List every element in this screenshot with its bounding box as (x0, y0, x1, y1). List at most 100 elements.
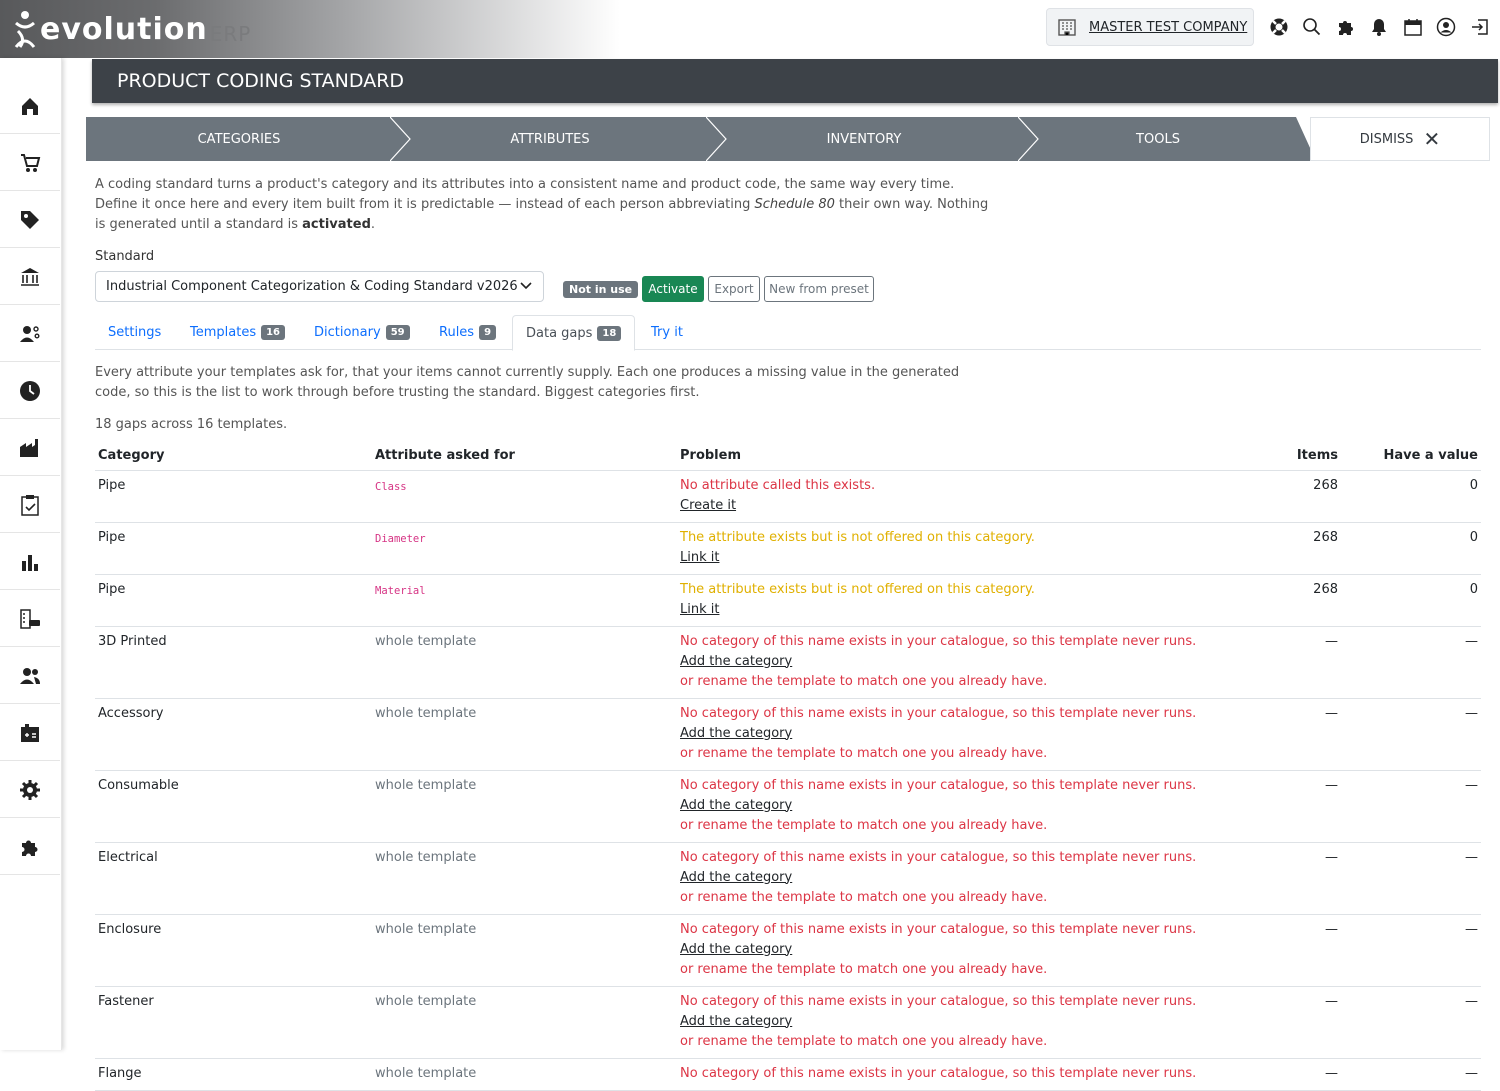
cell-problem: No category of this name exists in your … (677, 698, 1217, 771)
calculator-icon (21, 723, 39, 742)
table-row: Electrical whole template No category of t… (95, 842, 1481, 915)
building-car-icon (20, 608, 40, 629)
col-attribute: Attribute asked for (372, 442, 677, 471)
building-icon (1058, 19, 1076, 36)
bank-icon (21, 267, 39, 286)
dna-logo-icon (14, 11, 36, 48)
step-separator (390, 117, 411, 161)
tab-templates[interactable]: Templates 16 (190, 315, 286, 350)
sidebar-item-time[interactable] (0, 363, 60, 419)
top-bar: evolution ERP MASTER TEST COMPANY (0, 0, 1500, 58)
sidebar-item-contacts[interactable] (0, 648, 60, 704)
fix-link[interactable]: Create it (680, 496, 1214, 516)
sidebar-item-tasks[interactable] (0, 477, 60, 533)
users-icon (20, 667, 40, 684)
standard-value: Industrial Component Categorization & Co… (106, 279, 518, 294)
cell-attribute: whole template (372, 626, 677, 699)
bell-icon[interactable] (1363, 14, 1397, 40)
cell-problem: The attribute exists but is not offered … (677, 522, 1217, 575)
cell-problem: No category of this name exists in your … (677, 626, 1217, 699)
puzzle-icon[interactable] (1329, 14, 1363, 40)
company-selector[interactable]: MASTER TEST COMPANY (1046, 8, 1254, 46)
company-name[interactable]: MASTER TEST COMPANY (1089, 20, 1247, 35)
cell-category: Enclosure (95, 914, 372, 987)
brand-name: evolution (40, 11, 208, 47)
sidebar-item-banking[interactable] (0, 249, 60, 305)
sidebar-item-products[interactable] (0, 192, 60, 248)
tab-count-badge: 9 (479, 325, 497, 340)
sidebar-item-fleet[interactable] (0, 591, 60, 647)
activate-button[interactable]: Activate (642, 276, 704, 302)
sidebar-item-settings[interactable] (0, 762, 60, 818)
logo-area: evolution ERP (0, 0, 620, 58)
sidebar-item-extensions[interactable] (0, 819, 60, 875)
user-icon[interactable] (1430, 14, 1464, 40)
sidebar-item-reports[interactable] (0, 534, 60, 590)
page-title: PRODUCT CODING STANDARD (92, 59, 1498, 103)
rename-hint: or rename the template to match one you … (680, 745, 1048, 761)
standard-select[interactable]: Industrial Component Categorization & Co… (95, 271, 544, 302)
step-categories[interactable]: CATEGORIES (86, 117, 392, 161)
cell-have-value: — (1341, 698, 1481, 771)
problem-text: No category of this name exists in your … (680, 849, 1197, 865)
fix-link[interactable]: Add the category (680, 796, 1214, 816)
new-from-preset-button[interactable]: New from preset (764, 276, 874, 302)
problem-text: No category of this name exists in your … (680, 921, 1197, 937)
rename-hint: or rename the template to match one you … (680, 961, 1048, 977)
fix-link[interactable]: Add the category (680, 940, 1214, 960)
wizard-stepper: CATEGORIES ATTRIBUTES INVENTORY TOOLS DI… (86, 117, 1490, 161)
intro-line-3: is generated until a standard is activat… (95, 217, 376, 232)
logout-icon[interactable] (1463, 14, 1497, 40)
cell-have-value: — (1341, 626, 1481, 699)
step-tools[interactable]: TOOLS (1020, 117, 1296, 161)
cell-attribute: Material (372, 574, 677, 627)
cell-items: — (1217, 914, 1341, 987)
step-attributes[interactable]: ATTRIBUTES (392, 117, 708, 161)
support-icon[interactable] (1262, 14, 1296, 40)
export-button[interactable]: Export (708, 276, 760, 302)
home-icon (22, 97, 38, 115)
dismiss-button[interactable]: DISMISS ✕ (1310, 117, 1490, 161)
rename-hint: or rename the template to match one you … (680, 1033, 1048, 1049)
search-icon[interactable] (1296, 14, 1330, 40)
col-have-value: Have a value (1341, 442, 1481, 471)
factory-icon (20, 438, 38, 457)
tab-try-it[interactable]: Try it (651, 315, 683, 350)
sidebar-item-manufacturing[interactable] (0, 420, 60, 476)
tab-rules[interactable]: Rules 9 (439, 315, 497, 350)
fix-link[interactable]: Link it (680, 600, 1214, 620)
cell-items: — (1217, 842, 1341, 915)
fix-link[interactable]: Link it (680, 548, 1214, 568)
tab-bar: Settings Templates 16 Dictionary 59 Rules 9… (95, 315, 1481, 351)
table-row: Consumable whole template No category of t… (95, 770, 1481, 843)
calendar-icon[interactable] (1396, 14, 1430, 40)
fix-link[interactable]: Add the category (680, 724, 1214, 744)
app-logo[interactable]: evolution ERP (12, 8, 251, 50)
table-row: Pipe Class No attribute called this exists… (95, 470, 1481, 523)
puzzle-icon (22, 840, 38, 856)
dismiss-label: DISMISS (1359, 131, 1414, 147)
intro-line-1: A coding standard turns a product's cate… (95, 177, 955, 192)
top-icon-bar (1262, 14, 1497, 40)
problem-text: No category of this name exists in your … (680, 705, 1197, 721)
table-row: Flange whole template No category of this … (95, 1058, 1481, 1091)
bar-chart-icon (22, 554, 38, 571)
sidebar-item-hr[interactable] (0, 306, 60, 362)
fix-link[interactable]: Add the category (680, 868, 1214, 888)
col-problem: Problem (677, 442, 1217, 471)
col-items: Items (1217, 442, 1341, 471)
tab-dictionary[interactable]: Dictionary 59 (314, 315, 410, 350)
cell-attribute: Diameter (372, 522, 677, 575)
problem-text: No attribute called this exists. (680, 477, 876, 493)
sidebar-item-sales[interactable] (0, 135, 60, 191)
sidebar-item-accounting[interactable] (0, 705, 60, 761)
tab-data-gaps[interactable]: Data gaps 18 (512, 315, 636, 351)
tab-settings[interactable]: Settings (108, 315, 161, 350)
table-row: Enclosure whole template No category of th… (95, 914, 1481, 987)
sidebar-item-home[interactable] (0, 78, 60, 134)
fix-link[interactable]: Add the category (680, 652, 1214, 672)
close-icon: ✕ (1423, 127, 1441, 151)
step-inventory[interactable]: INVENTORY (708, 117, 1020, 161)
fix-link[interactable]: Add the category (680, 1012, 1214, 1032)
table-row: Fastener whole template No category of thi… (95, 986, 1481, 1059)
